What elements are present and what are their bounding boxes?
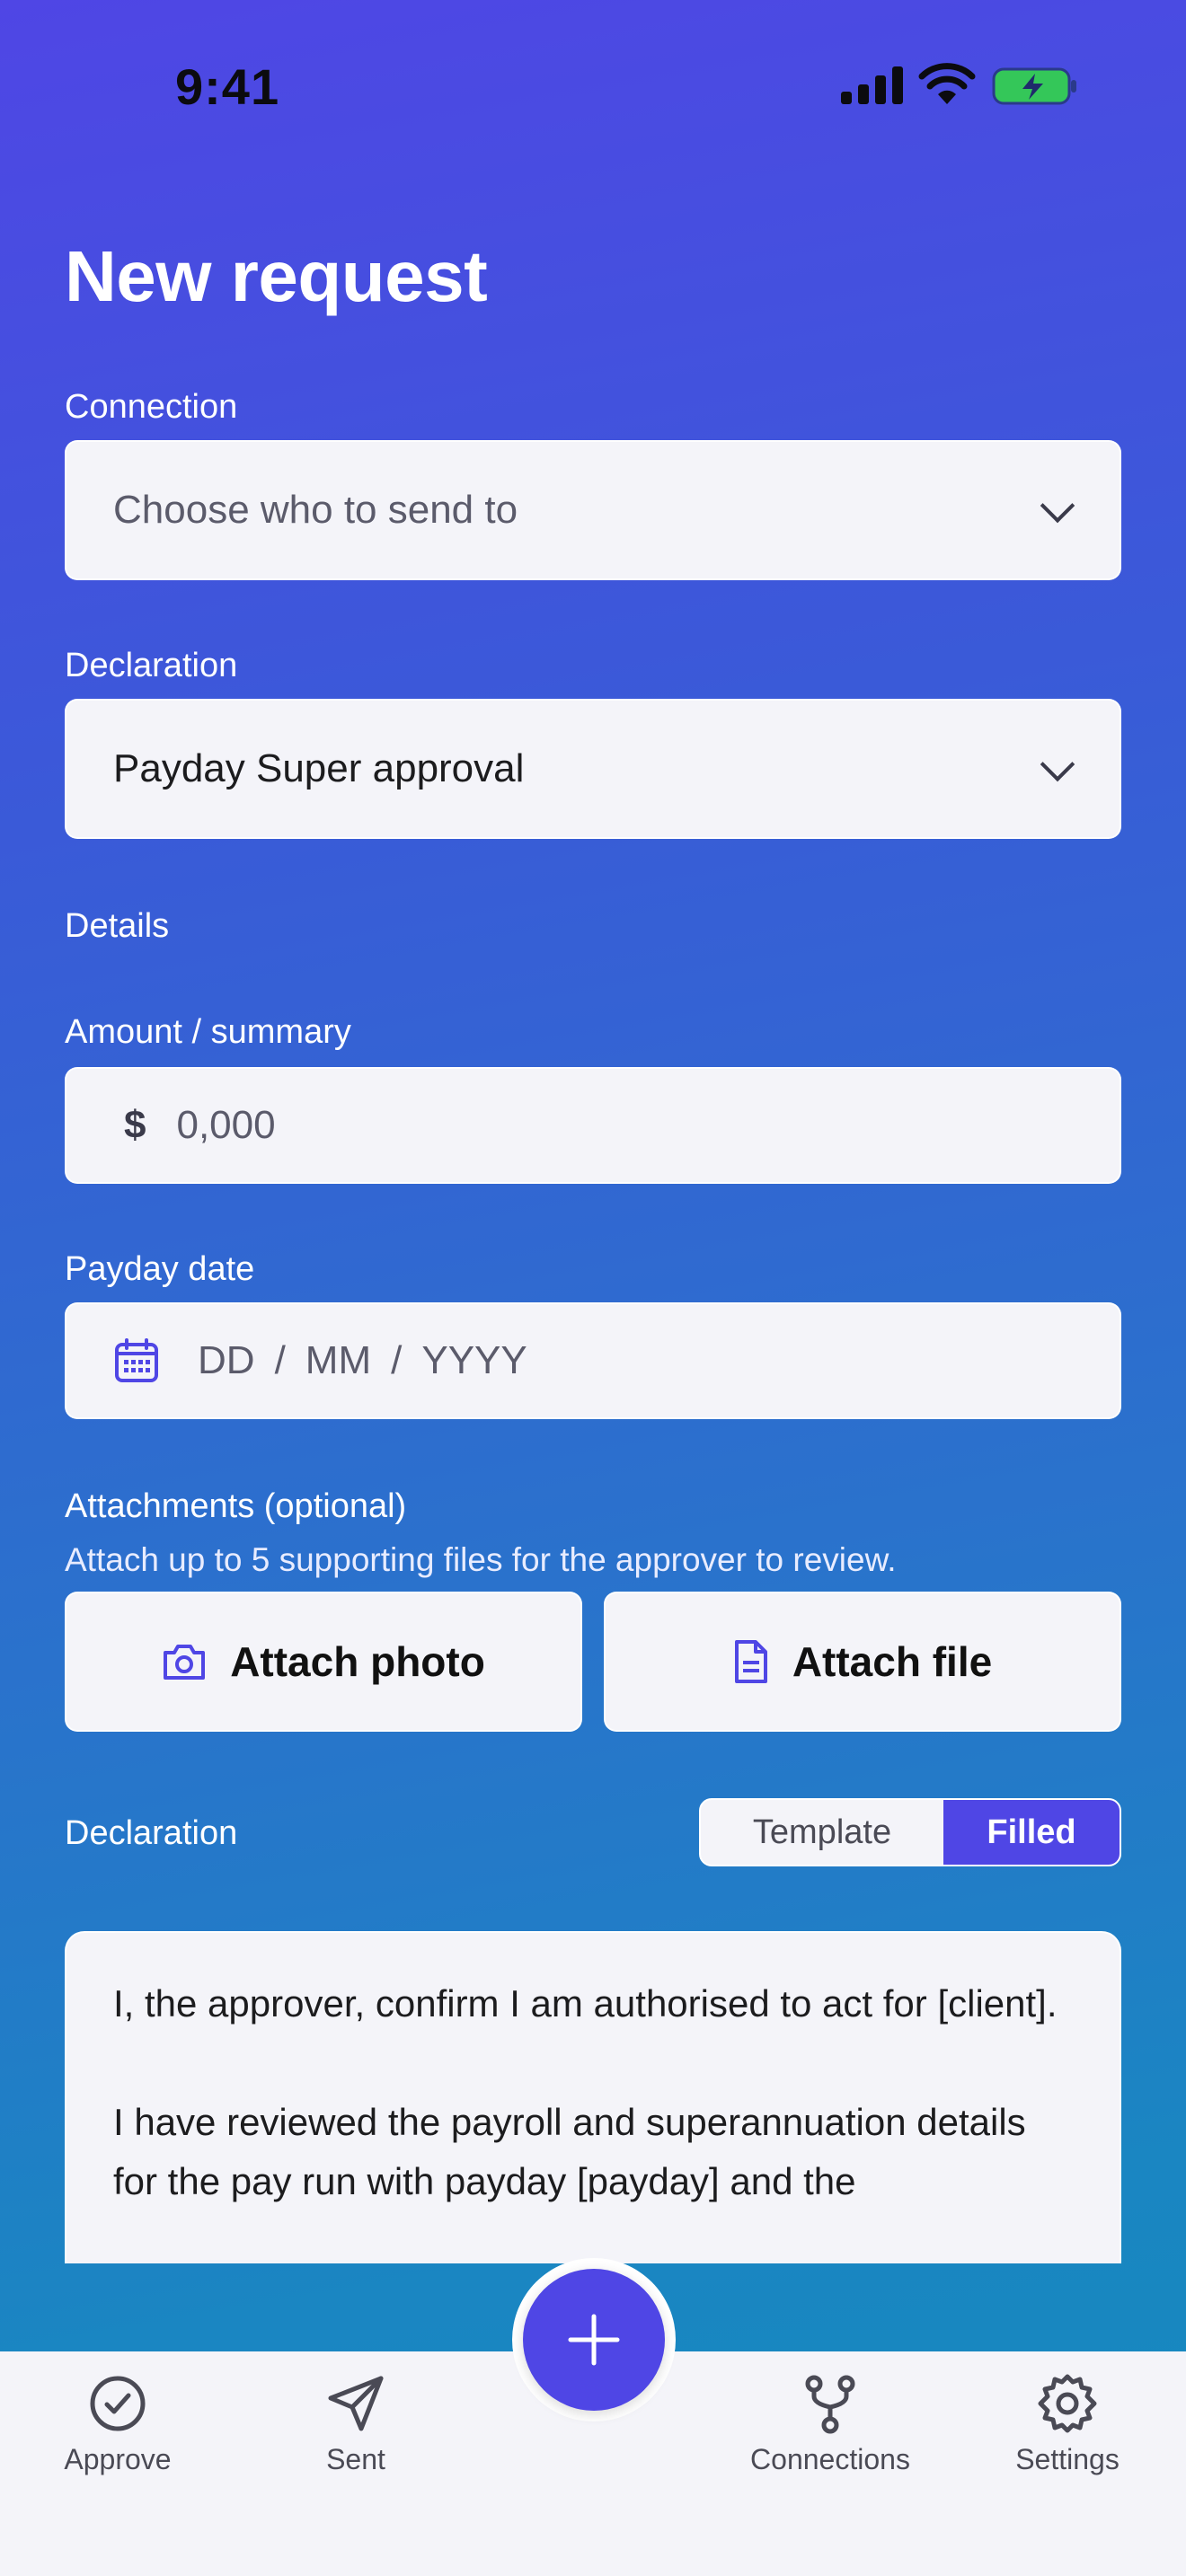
tab-connections[interactable]: Connections [731, 2371, 929, 2476]
document-icon [734, 1640, 767, 1683]
date-separator: / [274, 1338, 286, 1382]
attach-file-button[interactable]: Attach file [604, 1592, 1121, 1732]
payday-date-input[interactable]: DD / MM / YYYY [65, 1302, 1121, 1419]
attachments-label: Attachments (optional) [65, 1487, 407, 1525]
status-time: 9:41 [175, 58, 280, 115]
gear-icon [1038, 2374, 1097, 2433]
paper-plane-icon [328, 2376, 384, 2431]
declaration-select-label: Declaration [65, 647, 238, 684]
declaration-paragraph-2: I have reviewed the payroll and superann… [113, 2101, 1026, 2202]
tab-settings-label: Settings [1015, 2443, 1120, 2475]
declaration-text-box: I, the approver, confirm I am authorised… [65, 1931, 1121, 2263]
declaration-paragraph-1: I, the approver, confirm I am authorised… [113, 1982, 1058, 2025]
connection-select[interactable]: Choose who to send to [65, 440, 1121, 580]
declaration-select[interactable]: Payday Super approval [65, 699, 1121, 839]
currency-prefix: $ [124, 1103, 146, 1147]
date-dd[interactable]: DD [198, 1338, 255, 1383]
date-mm[interactable]: MM [305, 1338, 371, 1383]
details-heading: Details [65, 907, 170, 945]
amount-placeholder: 0,000 [176, 1103, 276, 1147]
check-circle-icon [90, 2376, 146, 2431]
tab-approve[interactable]: Approve [19, 2371, 217, 2476]
declaration-select-value: Payday Super approval [113, 746, 525, 790]
wifi-icon [918, 63, 976, 104]
date-separator: / [391, 1338, 403, 1382]
connection-label: Connection [65, 388, 238, 426]
amount-label: Amount / summary [65, 1013, 351, 1051]
cellular-signal-icon [841, 66, 903, 104]
branch-icon [805, 2375, 855, 2434]
page-title: New request [65, 236, 488, 316]
attach-photo-label: Attach photo [230, 1638, 485, 1685]
connection-placeholder: Choose who to send to [113, 488, 518, 532]
new-request-fab[interactable] [523, 2269, 665, 2411]
calendar-icon [115, 1338, 158, 1382]
amount-input[interactable]: $ 0,000 [65, 1067, 1121, 1184]
payday-date-label: Payday date [65, 1250, 255, 1288]
template-filled-toggle[interactable]: Template Filled [699, 1798, 1121, 1866]
toggle-filled[interactable]: Filled [943, 1800, 1120, 1865]
toggle-template[interactable]: Template [701, 1800, 943, 1865]
tab-sent-label: Sent [326, 2443, 385, 2475]
declaration-text-label: Declaration [65, 1814, 238, 1852]
attach-photo-button[interactable]: Attach photo [65, 1592, 582, 1732]
plus-icon [568, 2314, 620, 2366]
battery-charging-icon [992, 67, 1076, 105]
tab-approve-label: Approve [64, 2443, 172, 2475]
date-yyyy[interactable]: YYYY [421, 1338, 527, 1383]
chevron-down-icon [1040, 746, 1075, 782]
attach-file-label: Attach file [792, 1638, 993, 1685]
tab-sent[interactable]: Sent [257, 2371, 455, 2476]
tab-settings[interactable]: Settings [969, 2371, 1166, 2476]
tab-connections-label: Connections [750, 2443, 910, 2475]
attachments-hint: Attach up to 5 supporting files for the … [65, 1541, 897, 1578]
camera-icon [164, 1645, 206, 1680]
chevron-down-icon [1040, 488, 1075, 524]
